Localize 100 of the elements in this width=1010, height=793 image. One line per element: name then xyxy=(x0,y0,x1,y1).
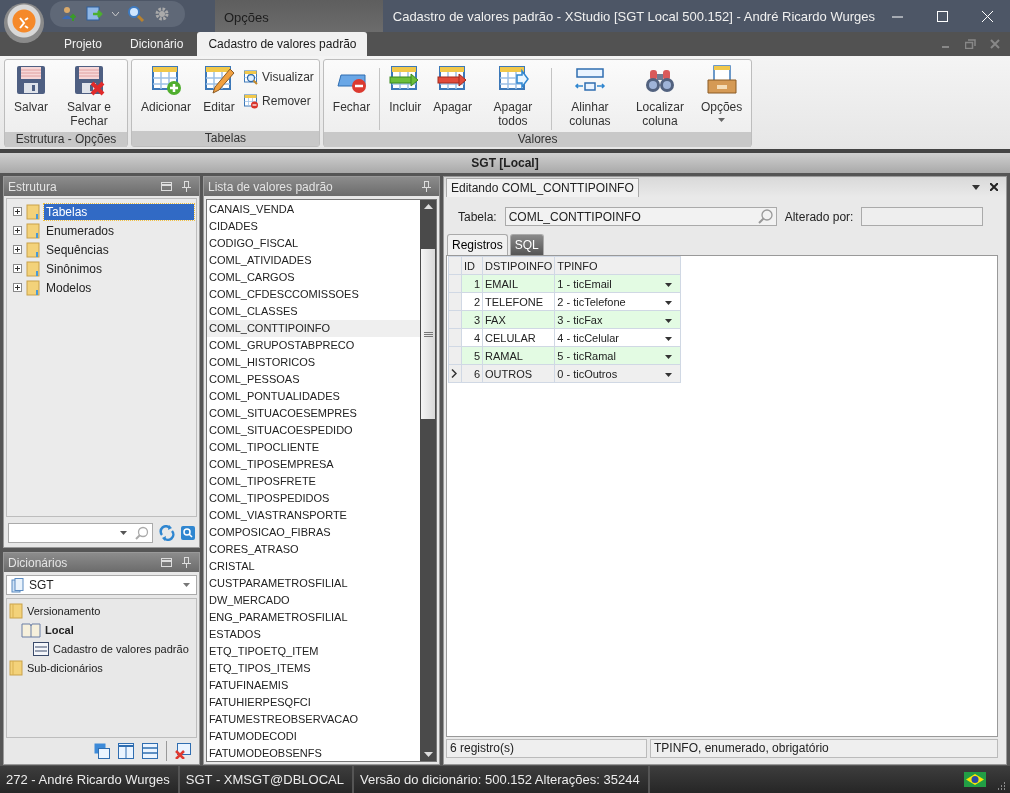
search-icon[interactable] xyxy=(757,209,773,224)
refresh-icon[interactable] xyxy=(159,525,175,541)
restore-icon[interactable] xyxy=(965,39,976,49)
list-item[interactable]: FATUFINAEMIS xyxy=(207,677,420,694)
list-item[interactable]: ENG_PARAMETROSFILIAL xyxy=(207,609,420,626)
list-item[interactable]: COML_TIPOCLIENTE xyxy=(207,439,420,456)
ribbon-tab[interactable]: Cadastro de valores padrão xyxy=(197,32,368,56)
ribbon-button[interactable]: Editar xyxy=(197,62,242,116)
list-item[interactable]: COML_TIPOSEMPRESA xyxy=(207,456,420,473)
list-item[interactable]: CODIGO_FISCAL xyxy=(207,235,420,252)
list-item[interactable]: COML_CARGOS xyxy=(207,269,420,286)
window-cross-icon[interactable] xyxy=(175,743,191,759)
tab[interactable]: Registros xyxy=(447,234,508,255)
table-field[interactable]: COML_CONTTIPOINFO xyxy=(504,207,777,226)
list-item[interactable]: ESTADOS xyxy=(207,626,420,643)
dropdown-cell[interactable]: 2 - ticTelefone xyxy=(554,292,681,311)
list-item[interactable]: COML_CONTTIPOINFO xyxy=(207,320,420,337)
list-item[interactable]: COML_TIPOSFRETE xyxy=(207,473,420,490)
windows-cascade-icon[interactable] xyxy=(94,743,110,759)
list-item[interactable]: FATUMODECODI xyxy=(207,728,420,745)
tree-item[interactable]: Sinônimos xyxy=(44,260,105,277)
list-item[interactable]: FATUMESTREOBSERVACAO xyxy=(207,711,420,728)
export-icon[interactable] xyxy=(86,5,104,23)
expand-icon[interactable] xyxy=(13,226,22,235)
list-item[interactable]: COML_CFDESCCOMISSOES xyxy=(207,286,420,303)
list-item[interactable]: ETQ_TIPOS_ITEMS xyxy=(207,660,420,677)
ribbon-button[interactable]: Remover xyxy=(241,92,316,110)
pin-icon[interactable] xyxy=(422,181,431,192)
pin-icon[interactable] xyxy=(182,557,191,568)
ribbon-button[interactable]: Fechar xyxy=(326,62,377,116)
search-icon[interactable] xyxy=(127,5,145,23)
ribbon-button[interactable]: Incluir xyxy=(383,62,428,116)
list-item[interactable]: COML_SITUACOESPEDIDO xyxy=(207,422,420,439)
ribbon-button[interactable]: Salvar e Fechar xyxy=(54,62,124,130)
expand-icon[interactable] xyxy=(13,207,22,216)
list-item[interactable]: COML_HISTORICOS xyxy=(207,354,420,371)
tab[interactable]: SQL xyxy=(509,234,544,255)
ribbon-tab[interactable]: Dicionário xyxy=(116,32,198,56)
ribbon-button[interactable]: Apagar xyxy=(427,62,478,116)
list-item[interactable]: COML_VIASTRANSPORTE xyxy=(207,507,420,524)
ribbon-button[interactable]: Adicionar xyxy=(135,62,198,116)
ribbon-button[interactable]: Opções xyxy=(694,62,749,124)
list-item[interactable]: COML_TIPOSPEDIDOS xyxy=(207,490,420,507)
tree-item[interactable]: Cadastro de valores padrão xyxy=(53,642,189,655)
resize-grip-icon[interactable] xyxy=(996,780,1006,791)
close-icon[interactable] xyxy=(990,183,998,191)
list-item[interactable]: DW_MERCADO xyxy=(207,592,420,609)
tree-item[interactable]: Modelos xyxy=(44,279,94,296)
dictionary-dropdown[interactable]: SGT xyxy=(6,575,197,595)
list-item[interactable]: COMPOSICAO_FIBRAS xyxy=(207,524,420,541)
window-icon[interactable] xyxy=(161,558,172,567)
column-header[interactable]: TPINFO xyxy=(554,256,681,275)
changed-by-field[interactable] xyxy=(861,207,984,226)
list-item[interactable]: CANAIS_VENDA xyxy=(207,201,420,218)
user-upload-icon[interactable] xyxy=(60,5,78,23)
expand-icon[interactable] xyxy=(13,283,22,292)
search-field[interactable] xyxy=(8,523,153,543)
search-icon[interactable] xyxy=(135,526,149,540)
ribbon-button[interactable]: Apagar todos xyxy=(477,62,548,130)
scroll-down-icon[interactable] xyxy=(423,752,433,757)
tree-item[interactable]: Sequências xyxy=(44,241,111,258)
list-item[interactable]: CORES_ATRASO xyxy=(207,541,420,558)
scrollbar-thumb[interactable] xyxy=(421,249,435,419)
tree-item[interactable]: Local xyxy=(45,623,74,636)
tree-item[interactable]: Versionamento xyxy=(27,604,101,617)
caret-icon[interactable] xyxy=(972,184,980,190)
expand-icon[interactable] xyxy=(13,245,22,254)
list-item[interactable]: CUSTPARAMETROSFILIAL xyxy=(207,575,420,592)
tree-item[interactable]: Sub-dicionários xyxy=(27,661,103,674)
column-header[interactable]: DSTIPOINFO xyxy=(482,256,555,275)
list-item[interactable]: CIDADES xyxy=(207,218,420,235)
tree-item[interactable]: Enumerados xyxy=(44,222,117,239)
ribbon-button[interactable]: Localizar coluna xyxy=(624,62,695,130)
tree-item[interactable]: Tabelas xyxy=(44,203,194,220)
list-item[interactable]: FATUMODEOBSENFS xyxy=(207,745,420,762)
expand-icon[interactable] xyxy=(13,264,22,273)
list-item[interactable]: ETQ_TIPOETQ_ITEM xyxy=(207,643,420,660)
list-item[interactable]: COML_PESSOAS xyxy=(207,371,420,388)
list-item[interactable]: COML_GRUPOSTABPRECO xyxy=(207,337,420,354)
document-tab[interactable]: Editando COML_CONTTIPOINFO xyxy=(446,178,639,197)
list-item[interactable]: CRISTAL xyxy=(207,558,420,575)
ribbon-button[interactable]: Salvar xyxy=(8,62,54,116)
scroll-up-icon[interactable] xyxy=(423,204,433,209)
ribbon-button[interactable]: Alinhar colunas xyxy=(554,62,625,130)
ribbon-tab[interactable]: Projeto xyxy=(50,32,117,56)
list-item[interactable]: COML_SITUACOESEMPRES xyxy=(207,405,420,422)
window-icon[interactable] xyxy=(161,182,172,191)
columns-icon[interactable] xyxy=(118,743,134,759)
settings-icon[interactable] xyxy=(153,5,171,23)
app-menu-button[interactable] xyxy=(4,3,44,43)
ribbon-button[interactable]: Visualizar xyxy=(241,68,316,86)
list-item[interactable]: COML_CLASSES xyxy=(207,303,420,320)
rows-icon[interactable] xyxy=(142,743,158,759)
dropdown-cell[interactable]: 4 - ticCelular xyxy=(554,328,681,347)
list-item[interactable]: COML_PONTUALIDADES xyxy=(207,388,420,405)
flag-icon[interactable] xyxy=(964,772,986,787)
column-header[interactable]: ID xyxy=(461,256,483,275)
list-item[interactable]: COML_ATIVIDADES xyxy=(207,252,420,269)
search-button-icon[interactable] xyxy=(181,526,195,540)
list-item[interactable]: FATUHIERPESQFCI xyxy=(207,694,420,711)
